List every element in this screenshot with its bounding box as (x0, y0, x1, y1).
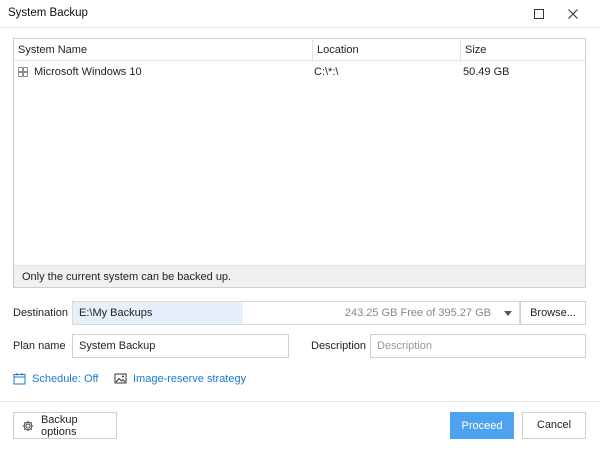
maximize-button[interactable] (522, 0, 556, 28)
table-row[interactable]: Microsoft Windows 10 C:\*:\ 50.49 GB (14, 61, 585, 83)
row-system-name-cell: Microsoft Windows 10 (18, 61, 142, 83)
image-icon (114, 373, 127, 384)
description-input[interactable]: Description (370, 334, 586, 358)
row-size: 50.49 GB (463, 66, 510, 78)
proceed-button[interactable]: Proceed (450, 412, 514, 439)
image-reserve-strategy-link[interactable]: Image-reserve strategy (114, 372, 246, 385)
calendar-icon (13, 373, 26, 385)
system-table: System Name Location Size Microsoft Wind… (13, 38, 586, 288)
column-header-location[interactable]: Location (312, 39, 460, 61)
system-backup-window: System Backup System Name Location Size (0, 0, 600, 452)
destination-free-space: 243.25 GB Free of 395.27 GB (344, 307, 491, 319)
row-location: C:\*:\ (314, 66, 339, 78)
plan-name-label: Plan name (13, 340, 66, 352)
cancel-button[interactable]: Cancel (522, 412, 586, 439)
column-header-size[interactable]: Size (460, 39, 585, 61)
gear-icon (22, 420, 34, 431)
chevron-down-icon (504, 311, 512, 316)
description-label: Description (311, 340, 367, 352)
table-header: System Name Location Size (14, 39, 585, 61)
maximize-icon (534, 9, 544, 19)
window-title: System Backup (8, 7, 88, 19)
windows-icon (18, 67, 28, 77)
row-system-name: Microsoft Windows 10 (34, 66, 142, 78)
destination-dropdown[interactable]: E:\My Backups 243.25 GB Free of 395.27 G… (72, 301, 520, 325)
table-footer-note: Only the current system can be backed up… (14, 265, 585, 287)
plan-name-input[interactable]: System Backup (72, 334, 289, 358)
browse-button[interactable]: Browse... (520, 301, 586, 325)
destination-label: Destination (13, 307, 69, 319)
close-button[interactable] (556, 0, 590, 28)
title-bar: System Backup (0, 0, 600, 28)
close-icon (568, 9, 578, 19)
destination-path: E:\My Backups (73, 302, 243, 324)
backup-options-label: Backup options (40, 413, 78, 438)
schedule-link[interactable]: Schedule: Off (13, 372, 98, 385)
backup-options-button[interactable]: Backup options (13, 412, 117, 439)
column-header-system-name[interactable]: System Name (14, 39, 312, 61)
strategy-link-label: Image-reserve strategy (133, 372, 247, 385)
footer-divider (0, 401, 600, 402)
schedule-link-label: Schedule: Off (32, 372, 99, 385)
